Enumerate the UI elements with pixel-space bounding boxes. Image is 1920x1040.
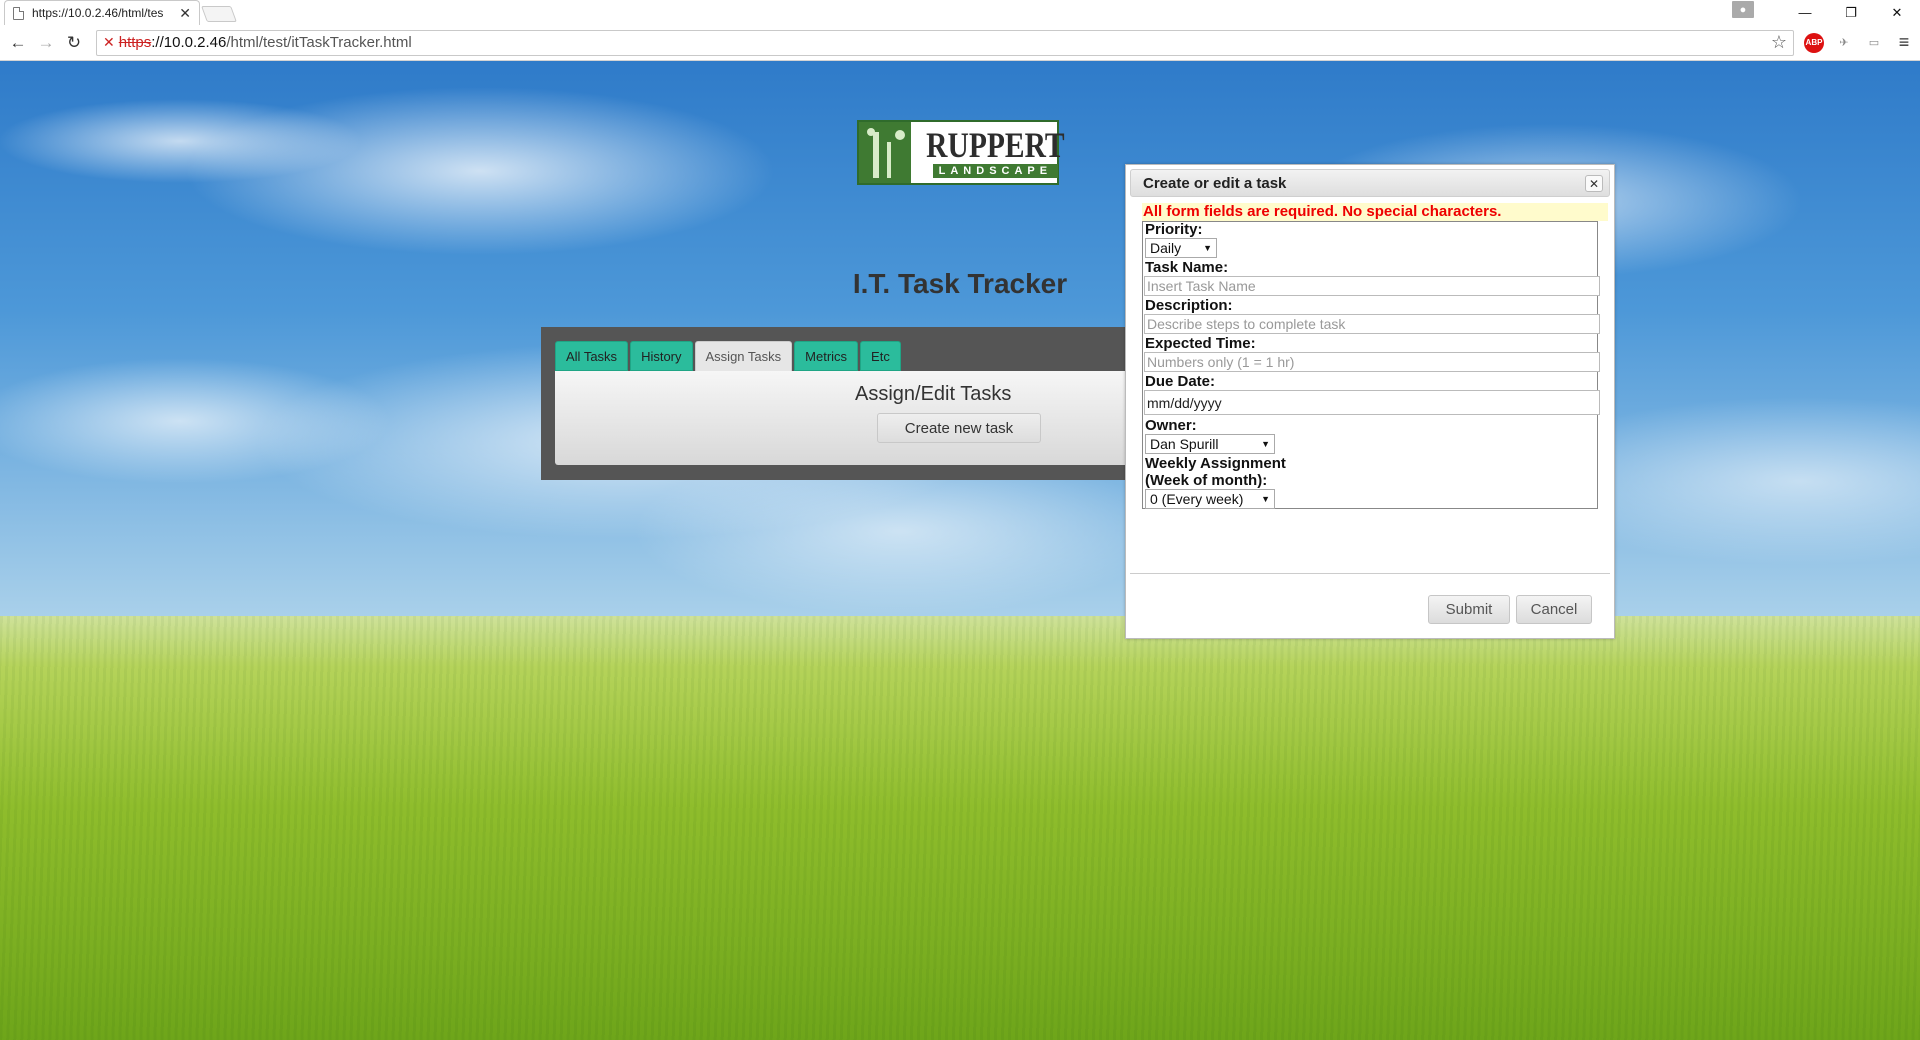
page-title: I.T. Task Tracker (852, 268, 1068, 299)
required-notice: All form fields are required. No special… (1142, 203, 1608, 221)
week-of-month-label: (Week of month): (1145, 472, 1268, 489)
expected-time-input[interactable]: Numbers only (1 = 1 hr) (1144, 352, 1600, 372)
tab-all-tasks[interactable]: All Tasks (555, 341, 629, 371)
task-name-input[interactable]: Insert Task Name (1144, 276, 1600, 296)
insecure-lock-icon[interactable]: ✕ (103, 34, 115, 51)
window-close-button[interactable]: ✕ (1874, 0, 1920, 25)
app-tabs: All Tasks History Assign Tasks Metrics E… (555, 341, 901, 372)
dialog-title: Create or edit a task (1143, 174, 1287, 192)
expected-time-label: Expected Time: (1145, 335, 1256, 352)
window-controls: ● — ❐ ✕ (1732, 0, 1920, 25)
priority-label: Priority: (1145, 221, 1203, 238)
owner-select[interactable]: Dan Spurill ▼ (1145, 434, 1275, 454)
url-scheme: https (118, 34, 152, 51)
browser-tabstrip: https://10.0.2.46/html/tes ✕ ● — ❐ ✕ (0, 0, 1920, 25)
new-tab-button[interactable] (201, 6, 237, 22)
back-arrow-icon[interactable]: ← (6, 31, 30, 55)
section-title: Assign/Edit Tasks (855, 383, 1012, 405)
assign-tasks-panel: Assign/Edit Tasks Create new task (555, 371, 1129, 465)
url-path: /html/test/itTaskTracker.html (226, 34, 412, 51)
page-icon (13, 6, 24, 20)
address-bar[interactable]: ✕ https://10.0.2.46/html/test/itTaskTrac… (96, 29, 1794, 56)
dialog-close-icon[interactable]: ✕ (1585, 175, 1603, 192)
ruppert-logo: RUPPERT LANDSCAPE (857, 120, 1065, 185)
tab-etc[interactable]: Etc (860, 341, 901, 371)
grass-background (0, 616, 1920, 1040)
browser-toolbar: ← → ↻ ✕ https://10.0.2.46/html/test/itTa… (0, 25, 1920, 61)
dropdown-arrow-icon: ▼ (1261, 494, 1270, 504)
cancel-button[interactable]: Cancel (1516, 595, 1592, 624)
submit-button[interactable]: Submit (1428, 595, 1510, 624)
tab-title: https://10.0.2.46/html/tes (32, 6, 164, 20)
description-input[interactable]: Describe steps to complete task (1144, 314, 1600, 334)
restore-button[interactable]: ❐ (1828, 0, 1874, 25)
logo-name: RUPPERT (926, 124, 1065, 165)
chrome-menu-icon[interactable]: ≡ (1894, 32, 1914, 53)
forward-arrow-icon[interactable]: → (34, 31, 58, 55)
task-name-label: Task Name: (1145, 259, 1229, 276)
adblock-extension-icon[interactable]: ABP (1804, 32, 1824, 53)
minimize-button[interactable]: — (1782, 0, 1828, 25)
dropdown-arrow-icon: ▼ (1203, 243, 1212, 253)
due-date-label: Due Date: (1145, 373, 1216, 390)
weekly-assignment-value: 0 (Every week) (1150, 491, 1244, 507)
extension-icon[interactable]: ✈ (1834, 33, 1854, 53)
owner-label: Owner: (1145, 417, 1197, 434)
priority-value: Daily (1150, 240, 1182, 256)
task-dialog: Create or edit a task ✕ All form fields … (1125, 164, 1615, 639)
due-date-input[interactable]: mm/dd/yyyy (1144, 390, 1600, 415)
description-label: Description: (1145, 297, 1233, 314)
cast-extension-icon[interactable]: ▭ (1864, 33, 1884, 53)
weekly-assignment-select[interactable]: 0 (Every week) ▼ (1145, 489, 1275, 509)
page-viewport: RUPPERT LANDSCAPE I.T. Task Tracker All … (0, 61, 1920, 1040)
app-panel: All Tasks History Assign Tasks Metrics E… (541, 327, 1129, 480)
tab-close-icon[interactable]: ✕ (179, 5, 191, 22)
dialog-divider (1130, 573, 1610, 574)
weekly-assignment-label: Weekly Assignment (1145, 455, 1286, 472)
logo-subtitle: LANDSCAPE (932, 163, 1059, 178)
tab-assign-tasks[interactable]: Assign Tasks (694, 341, 793, 372)
priority-select[interactable]: Daily ▼ (1145, 238, 1217, 258)
owner-value: Dan Spurill (1150, 436, 1219, 452)
reload-icon[interactable]: ↻ (62, 31, 86, 55)
url-host: ://10.0.2.46 (151, 34, 227, 51)
tab-history[interactable]: History (630, 341, 693, 371)
bookmark-star-icon[interactable]: ☆ (1771, 32, 1787, 53)
tab-metrics[interactable]: Metrics (794, 341, 859, 371)
browser-tab[interactable]: https://10.0.2.46/html/tes ✕ (4, 0, 200, 25)
dropdown-arrow-icon: ▼ (1261, 439, 1270, 449)
task-form: Priority: Daily ▼ Task Name: Insert Task… (1142, 221, 1600, 509)
tree-logo-icon (859, 122, 911, 183)
create-new-task-button[interactable]: Create new task (877, 413, 1041, 443)
dialog-titlebar[interactable]: Create or edit a task ✕ (1130, 169, 1610, 197)
user-profile-icon[interactable]: ● (1732, 1, 1754, 18)
dialog-body: All form fields are required. No special… (1126, 201, 1614, 541)
